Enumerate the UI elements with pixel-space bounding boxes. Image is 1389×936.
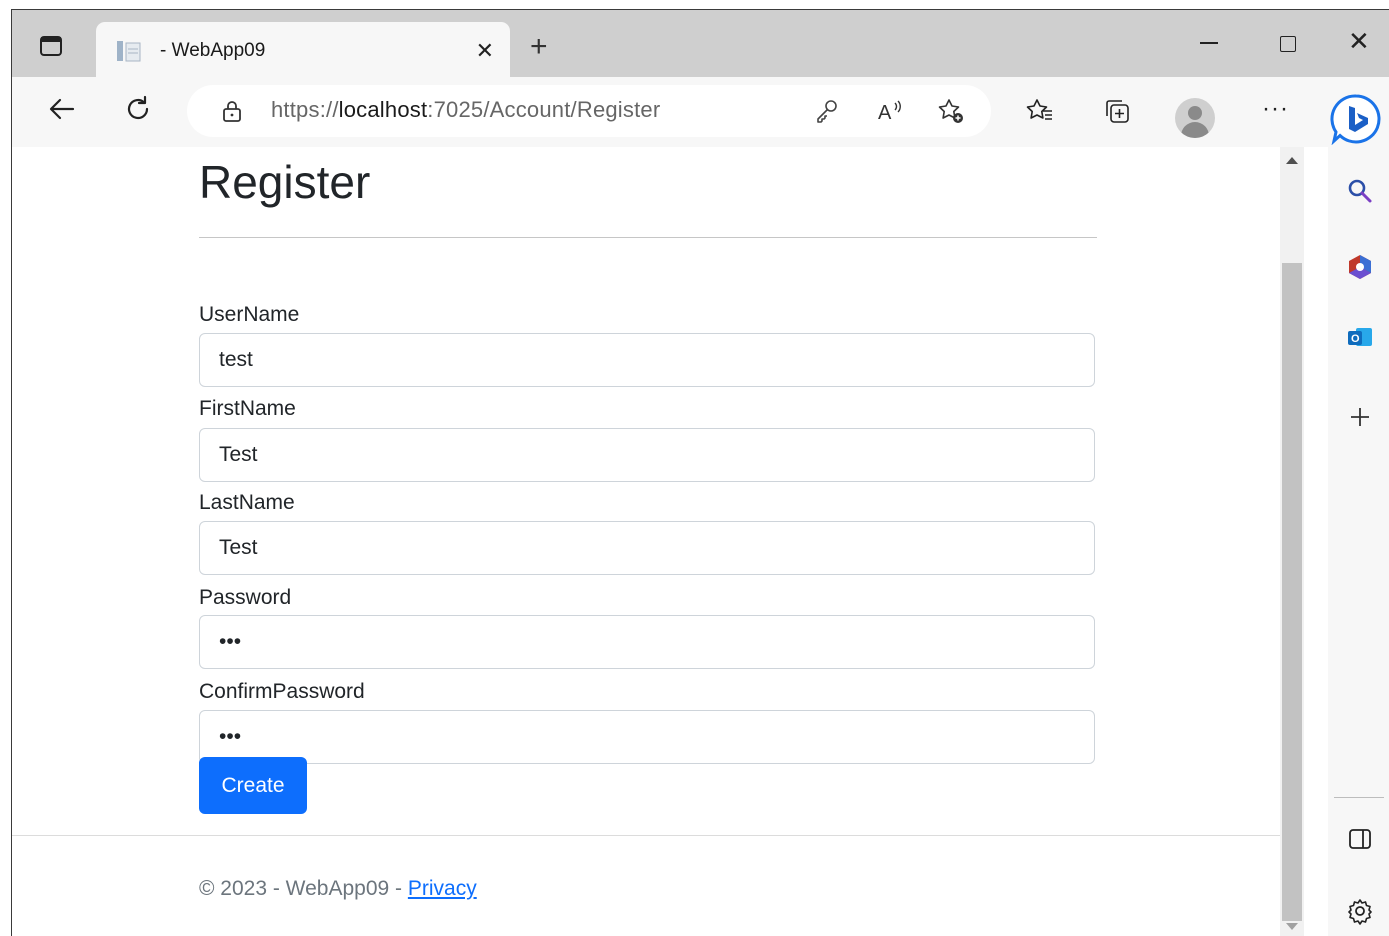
page-content: Register UserName FirstName LastName Pas… bbox=[12, 147, 1280, 936]
lock-icon[interactable] bbox=[221, 99, 243, 123]
svg-text:A: A bbox=[878, 102, 892, 124]
url-path: :7025/Account/Register bbox=[427, 97, 661, 122]
search-icon[interactable] bbox=[1346, 177, 1374, 205]
edge-sidebar: O bbox=[1328, 147, 1389, 936]
new-tab-button[interactable]: + bbox=[530, 32, 548, 62]
tab-actions-icon[interactable] bbox=[40, 36, 62, 56]
back-arrow-icon[interactable] bbox=[48, 95, 76, 123]
profile-avatar[interactable] bbox=[1175, 98, 1215, 138]
bing-chat-icon[interactable] bbox=[1330, 93, 1382, 145]
scroll-up-arrow[interactable] bbox=[1286, 157, 1298, 164]
collections-icon[interactable] bbox=[1103, 97, 1131, 125]
footer-divider bbox=[12, 835, 1280, 836]
password-input[interactable] bbox=[199, 615, 1095, 669]
privacy-link[interactable]: Privacy bbox=[408, 877, 477, 900]
outlook-icon[interactable]: O bbox=[1346, 323, 1374, 351]
page-title: Register bbox=[199, 156, 371, 208]
footer: © 2023 - WebApp09 - Privacy bbox=[199, 877, 477, 901]
scroll-down-arrow[interactable] bbox=[1286, 923, 1298, 930]
favorites-icon[interactable] bbox=[1026, 97, 1054, 125]
scrollbar-thumb[interactable] bbox=[1282, 263, 1302, 921]
username-input[interactable] bbox=[199, 333, 1095, 387]
username-label: UserName bbox=[199, 303, 300, 326]
tab-title: - WebApp09 bbox=[160, 40, 266, 61]
password-label: Password bbox=[199, 586, 292, 609]
create-button[interactable]: Create bbox=[199, 757, 307, 814]
add-favorite-icon[interactable] bbox=[937, 97, 965, 125]
firstname-label: FirstName bbox=[199, 397, 296, 420]
vertical-scrollbar[interactable] bbox=[1280, 147, 1304, 936]
lastname-input[interactable] bbox=[199, 521, 1095, 575]
minimize-button[interactable] bbox=[1200, 42, 1218, 44]
lastname-label: LastName bbox=[199, 491, 295, 514]
url-host: localhost bbox=[338, 97, 428, 122]
address-bar[interactable]: https://localhost:7025/Account/Register … bbox=[187, 85, 991, 137]
confirm-password-input[interactable] bbox=[199, 710, 1095, 764]
title-bar: - WebApp09 ✕ + ✕ bbox=[12, 10, 1389, 78]
settings-gear-icon[interactable] bbox=[1346, 897, 1374, 925]
maximize-button[interactable] bbox=[1280, 36, 1296, 52]
title-divider bbox=[199, 237, 1097, 238]
refresh-icon[interactable] bbox=[124, 95, 152, 123]
key-icon[interactable] bbox=[813, 97, 841, 125]
read-aloud-icon[interactable]: A bbox=[877, 97, 905, 125]
sidebar-toggle-icon[interactable] bbox=[1346, 825, 1374, 853]
avatar-body bbox=[1181, 122, 1209, 138]
window-close-button[interactable]: ✕ bbox=[1348, 26, 1370, 57]
svg-text:O: O bbox=[1351, 333, 1360, 345]
more-options-icon[interactable]: ··· bbox=[1262, 95, 1289, 123]
browser-toolbar: https://localhost:7025/Account/Register … bbox=[12, 77, 1389, 147]
url-text[interactable]: https://localhost:7025/Account/Register bbox=[271, 97, 660, 123]
confirm-password-label: ConfirmPassword bbox=[199, 680, 365, 703]
browser-window: - WebApp09 ✕ + ✕ https://localhost:7025/… bbox=[11, 9, 1389, 936]
page-favicon-icon bbox=[117, 41, 141, 62]
firstname-input[interactable] bbox=[199, 428, 1095, 482]
add-icon[interactable] bbox=[1346, 403, 1374, 431]
close-icon[interactable]: ✕ bbox=[476, 38, 494, 64]
footer-copyright: © 2023 - WebApp09 - bbox=[199, 877, 408, 900]
office-icon[interactable] bbox=[1346, 253, 1374, 281]
avatar-head bbox=[1188, 106, 1202, 120]
url-prefix: https:// bbox=[271, 97, 339, 122]
sidebar-divider bbox=[1334, 797, 1384, 798]
tab-active[interactable]: - WebApp09 ✕ bbox=[96, 22, 510, 78]
